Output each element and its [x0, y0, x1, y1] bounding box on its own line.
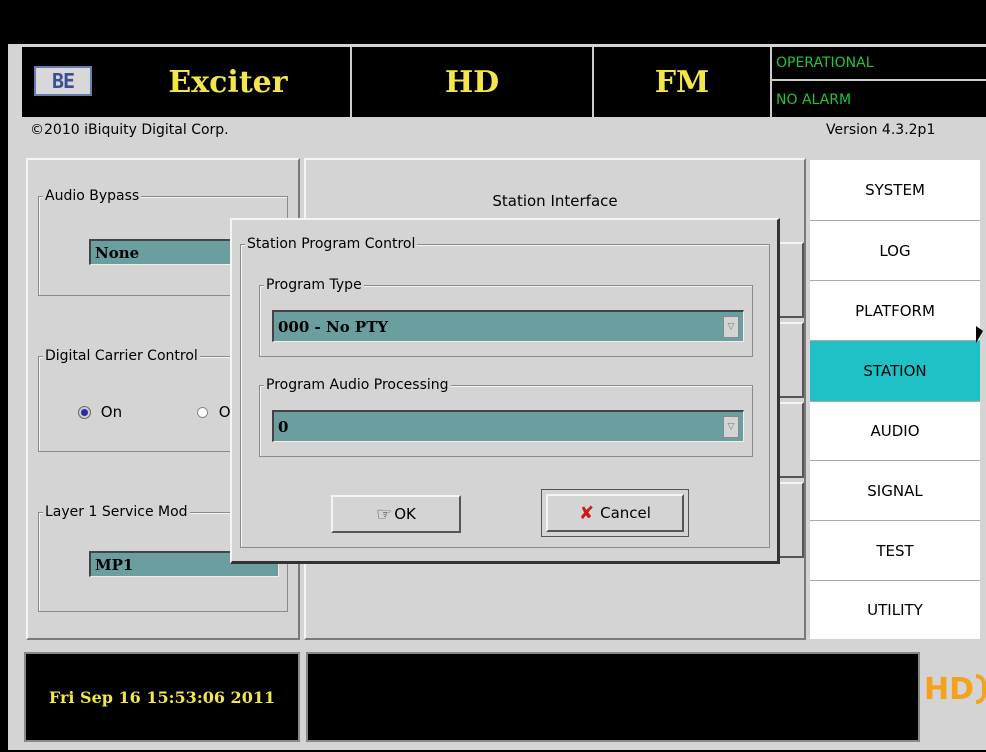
program-type-value: 000 - No PTY — [278, 317, 389, 336]
nav-signal[interactable]: SIGNAL — [810, 461, 980, 521]
radio-off[interactable]: O — [197, 403, 231, 421]
ok-label: OK — [394, 505, 416, 523]
footer-datetime-box: Fri Sep 16 15:53:06 2011 — [24, 652, 300, 742]
radio-on-label: On — [100, 403, 123, 421]
audio-bypass-label: Audio Bypass — [43, 188, 142, 204]
footer-message-box — [306, 652, 920, 742]
version-text: Version 4.3.2p1 — [826, 122, 936, 138]
dialog-title: Station Program Control — [245, 236, 418, 252]
audio-processing-value: 0 — [278, 417, 289, 436]
ok-button[interactable]: ☞ OK — [331, 495, 461, 533]
station-interface-title: Station Interface — [492, 192, 618, 210]
radio-off-indicator — [197, 407, 208, 418]
dropdown-arrow-icon[interactable]: ▽ — [723, 315, 739, 338]
layer1-label: Layer 1 Service Mod — [43, 504, 190, 520]
nav-platform[interactable]: PLATFORM — [810, 281, 980, 341]
app-title: Exciter — [168, 64, 288, 100]
cancel-button-frame: ✘ Cancel — [541, 489, 689, 537]
program-type-group: Program Type 000 - No PTY ▽ — [259, 277, 753, 357]
station-program-dialog: Station Program Control Program Type 000… — [230, 218, 780, 564]
logo-text: BE — [51, 69, 75, 93]
program-type-select[interactable]: 000 - No PTY ▽ — [272, 310, 744, 342]
digital-carrier-label: Digital Carrier Control — [43, 348, 200, 364]
hd-wave-icon — [976, 674, 986, 704]
dialog-group: Station Program Control Program Type 000… — [240, 236, 770, 548]
nav-test[interactable]: TEST — [810, 521, 980, 581]
mode-fm: FM — [654, 64, 710, 100]
program-type-label: Program Type — [264, 277, 364, 293]
hd-radio-logo: HD — [924, 664, 986, 714]
radio-off-label: O — [218, 403, 231, 421]
mouse-cursor-icon — [976, 326, 983, 343]
nav-system[interactable]: SYSTEM — [810, 160, 980, 221]
cancel-label: Cancel — [600, 504, 651, 522]
cancel-x-icon: ✘ — [579, 502, 595, 524]
ok-hand-icon: ☞ — [376, 503, 393, 525]
datetime-text: Fri Sep 16 15:53:06 2011 — [48, 687, 276, 707]
copyright-text: ©2010 iBiquity Digital Corp. — [30, 122, 229, 138]
mode-hd: HD — [444, 64, 500, 100]
status-operational: OPERATIONAL — [772, 47, 986, 81]
audio-processing-group: Program Audio Processing 0 ▽ — [259, 377, 753, 457]
nav-audio[interactable]: AUDIO — [810, 402, 980, 461]
nav-station[interactable]: STATION — [810, 341, 980, 402]
hd-logo-text: HD — [924, 671, 975, 707]
nav-menu: SYSTEM LOG PLATFORM STATION AUDIO SIGNAL… — [810, 160, 980, 639]
nav-log[interactable]: LOG — [810, 221, 980, 281]
cancel-button[interactable]: ✘ Cancel — [546, 494, 684, 532]
audio-processing-select[interactable]: 0 ▽ — [272, 410, 744, 442]
radio-on-indicator — [79, 407, 90, 418]
radio-on[interactable]: On — [79, 403, 122, 421]
nav-utility[interactable]: UTILITY — [810, 581, 980, 639]
audio-processing-label: Program Audio Processing — [264, 377, 451, 393]
status-alarm: NO ALARM — [776, 92, 852, 108]
logo: BE — [34, 66, 92, 96]
dropdown-arrow-icon[interactable]: ▽ — [723, 415, 739, 438]
